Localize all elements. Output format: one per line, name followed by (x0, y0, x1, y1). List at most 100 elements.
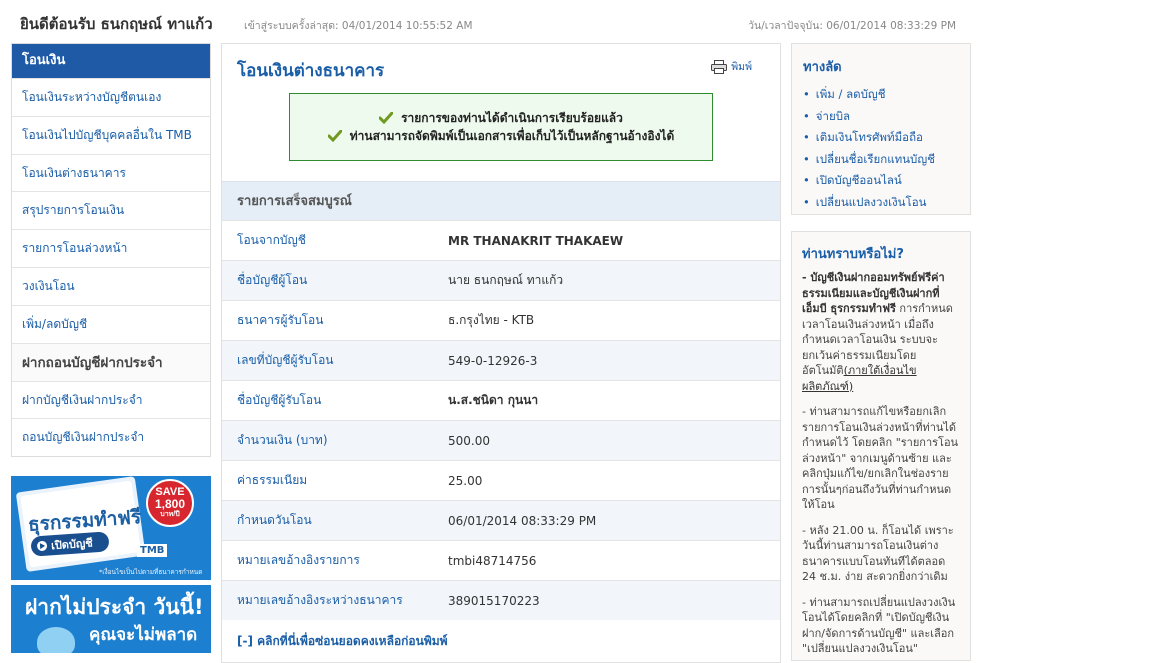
table-row: กำหนดวันโอน 06/01/2014 08:33:29 PM (222, 500, 780, 540)
table-row: หมายเลขอ้างอิงรายการ tmbi48714756 (222, 540, 780, 580)
bullet-icon: • (803, 108, 810, 123)
tip-paragraph: - ท่านสามารถแก้ไขหรือยกเลิกรายการโอนเงิน… (802, 405, 959, 511)
checkmark-icon (327, 130, 342, 142)
bullet-icon: • (803, 87, 810, 101)
row-label: จำนวนเงิน (บาท) (237, 433, 328, 447)
success-line: รายการของท่านได้ดำเนินการเรียบร้อยแล้ว (290, 109, 712, 127)
row-value: 549-0-12926-3 (448, 353, 538, 368)
success-line: ท่านสามารถจัดพิมพ์เป็นเอกสารเพื่อเก็บไว้… (290, 127, 712, 145)
bullet-icon: • (803, 151, 810, 166)
table-row: ธนาคารผู้รับโอน ธ.กรุงไทย - KTB (222, 300, 780, 340)
row-value: tmbi48714756 (448, 553, 537, 568)
last-login-text: เข้าสู่ระบบครั้งล่าสุด: 04/01/2014 10:55… (244, 20, 473, 32)
section-header-complete: รายการเสร็จสมบูรณ์ (222, 181, 780, 220)
current-time-text: วัน/เวลาปัจจุบัน: 06/01/2014 08:33:29 PM (748, 20, 956, 32)
sidebar-item-tmb-transfer[interactable]: โอนเงินไปบัญชีบุคคลอื่นใน TMB (12, 115, 210, 154)
print-button[interactable]: พิมพ์ (711, 58, 752, 75)
tip-paragraph: - ท่านสามารถเปลี่ยนแปลงวงเงินโอนได้โดยคล… (802, 595, 956, 656)
row-value: 06/01/2014 08:33:29 PM (448, 513, 597, 528)
bullet-icon: • (803, 194, 810, 209)
shortcut-open-account[interactable]: • เปิดบัญชีออนไลน์ (803, 170, 959, 192)
tip-paragraph: - หลัง 21.00 น. ก็โอนได้ เพราะวันนี้ท่าน… (802, 523, 954, 584)
sidebar-title[interactable]: โอนเงิน (12, 44, 210, 78)
save-badge-unit: บาท/ปี (160, 511, 180, 518)
open-account-label: เปิดบัญชี (50, 536, 94, 553)
promo-banner-free-transactions[interactable]: SAVE 1,800 บาท/ปี ธุรกรรมทำฟรี เปิดบัญชี… (11, 476, 211, 580)
success-text-1: รายการของท่านได้ดำเนินการเรียบร้อยแล้ว (401, 110, 623, 125)
shortcut-label: เปิดบัญชีออนไลน์ (815, 173, 902, 188)
row-label: กำหนดวันโอน (237, 513, 312, 527)
piggy-bank-icon (37, 627, 75, 653)
table-row: เลขที่บัญชีผู้รับโอน 549-0-12926-3 (222, 340, 780, 380)
success-text-2: ท่านสามารถจัดพิมพ์เป็นเอกสารเพื่อเก็บไว้… (349, 128, 675, 143)
left-sidebar: โอนเงิน โอนเงินระหว่างบัญชีตนเอง โอนเงิน… (11, 43, 211, 458)
sidebar-item-fixed-deposit[interactable]: ฝากบัญชีเงินฝากประจำ (12, 380, 210, 419)
shortcut-label: จ่ายบิล (815, 108, 851, 123)
row-value: น.ส.ชนิดา กุนนา (448, 393, 539, 407)
row-label: ธนาคารผู้รับโอน (237, 313, 324, 327)
banner2-line1: ฝากไม่ประจำ วันนี้! (25, 595, 204, 619)
row-label: ค่าธรรมเนียม (237, 473, 308, 487)
row-label: ชื่อบัญชีผู้รับโอน (237, 393, 322, 407)
sidebar-item-scheduled-transfer[interactable]: รายการโอนล่วงหน้า (12, 229, 210, 267)
row-value: 500.00 (448, 433, 490, 448)
shortcut-pay-bill[interactable]: • จ่ายบิล (803, 106, 959, 128)
table-row: ค่าธรรมเนียม 25.00 (222, 460, 780, 500)
did-you-know-panel: ท่านทราบหรือไม่? - บัญชีเงินฝากออมทรัพย์… (791, 231, 971, 661)
top-bar: ยินดีต้อนรับ ธนกฤษณ์ ทาแก้ว เข้าสู่ระบบค… (0, 0, 1152, 42)
row-value: 25.00 (448, 473, 483, 488)
bullet-icon: • (803, 130, 810, 145)
row-value: นาย ธนกฤษณ์ ทาแก้ว (448, 273, 564, 287)
checkmark-icon (379, 112, 394, 124)
banner-note: *เงื่อนไขเป็นไปตามที่ธนาคารกำหนด (99, 568, 203, 576)
print-label: พิมพ์ (731, 61, 752, 73)
hand-cursor-icon: ☝ (107, 540, 120, 564)
shortcut-manage-accounts[interactable]: • เพิ่ม / ลดบัญชี (803, 84, 959, 106)
printer-icon (711, 59, 728, 74)
shortcut-label: เปลี่ยนชื่อเรียกแทนบัญชี (815, 151, 935, 166)
transaction-details-table: โอนจากบัญชี MR THANAKRIT THAKAEW ชื่อบัญช… (222, 220, 780, 620)
welcome-text: ยินดีต้อนรับ ธนกฤษณ์ ทาแก้ว (20, 15, 213, 33)
shortcut-label: เพิ่ม / ลดบัญชี (815, 87, 886, 101)
did-you-know-title: ท่านทราบหรือไม่? (802, 247, 904, 262)
sidebar-item-interbank-transfer[interactable]: โอนเงินต่างธนาคาร (12, 153, 210, 192)
row-value: ธ.กรุงไทย - KTB (448, 313, 535, 327)
sidebar-item-transfer-limit[interactable]: วงเงินโอน (12, 266, 210, 305)
bullet-icon: • (803, 173, 810, 188)
tip-paragraph: - บัญชีเงินฝากออมทรัพย์ฟรีค่าธรรมเนียมแล… (802, 270, 960, 394)
main-content: โอนเงินต่างธนาคาร พิมพ์ รายการของท่านได้… (221, 43, 781, 663)
tmb-logo: TMB (137, 544, 168, 557)
shortcut-change-limit[interactable]: • เปลี่ยนแปลงวงเงินโอน (803, 192, 959, 214)
table-row: หมายเลขอ้างอิงระหว่างธนาคาร 389015170223 (222, 580, 780, 620)
shortcut-label: เปลี่ยนแปลงวงเงินโอน (815, 194, 927, 209)
table-row: จำนวนเงิน (บาท) 500.00 (222, 420, 780, 460)
table-row: ชื่อบัญชีผู้โอน นาย ธนกฤษณ์ ทาแก้ว (222, 260, 780, 300)
save-badge: SAVE 1,800 บาท/ปี (146, 479, 194, 527)
sidebar-item-transfer-summary[interactable]: สรุปรายการโอนเงิน (12, 191, 210, 229)
row-label: โอนจากบัญชี (237, 233, 306, 247)
table-row: โอนจากบัญชี MR THANAKRIT THAKAEW (222, 220, 780, 260)
play-icon (36, 540, 48, 552)
row-value: MR THANAKRIT THAKAEW (448, 233, 624, 248)
row-label: เลขที่บัญชีผู้รับโอน (237, 353, 334, 367)
success-message-box: รายการของท่านได้ดำเนินการเรียบร้อยแล้ว ท… (289, 93, 713, 161)
sidebar-section-fixed-deposit: ฝากถอนบัญชีฝากประจำ (12, 342, 210, 381)
shortcut-rename-account[interactable]: • เปลี่ยนชื่อเรียกแทนบัญชี (803, 149, 959, 171)
banner2-line2: คุณจะไม่พลาด (89, 625, 198, 645)
promo-banner-deposit[interactable]: ฝากไม่ประจำ วันนี้! คุณจะไม่พลาด (11, 585, 211, 653)
table-row: ชื่อบัญชีผู้รับโอน น.ส.ชนิดา กุนนา (222, 380, 780, 420)
sidebar-item-fixed-withdraw[interactable]: ถอนบัญชีเงินฝากประจำ (12, 418, 210, 456)
row-value: 389015170223 (448, 593, 540, 608)
sidebar-item-own-transfer[interactable]: โอนเงินระหว่างบัญชีตนเอง (12, 78, 210, 116)
row-label: หมายเลขอ้างอิงระหว่างธนาคาร (237, 593, 403, 607)
row-label: ชื่อบัญชีผู้โอน (237, 273, 308, 287)
shortcuts-panel: ทางลัด • เพิ่ม / ลดบัญชี • จ่ายบิล • เติมเง… (791, 43, 971, 215)
page-title: โอนเงินต่างธนาคาร (237, 61, 385, 81)
save-badge-amount: 1,800 (154, 497, 186, 511)
sidebar-item-manage-accounts[interactable]: เพิ่ม/ลดบัญชี (12, 304, 210, 343)
row-label: หมายเลขอ้างอิงรายการ (237, 553, 360, 567)
shortcut-label: เติมเงินโทรศัพท์มือถือ (815, 130, 923, 145)
shortcut-mobile-topup[interactable]: • เติมเงินโทรศัพท์มือถือ (803, 127, 959, 149)
hide-balance-link[interactable]: [-] คลิกที่นี่เพื่อซ่อนยอดคงเหลือก่อนพิม… (237, 632, 448, 651)
shortcuts-title: ทางลัด (803, 60, 842, 75)
